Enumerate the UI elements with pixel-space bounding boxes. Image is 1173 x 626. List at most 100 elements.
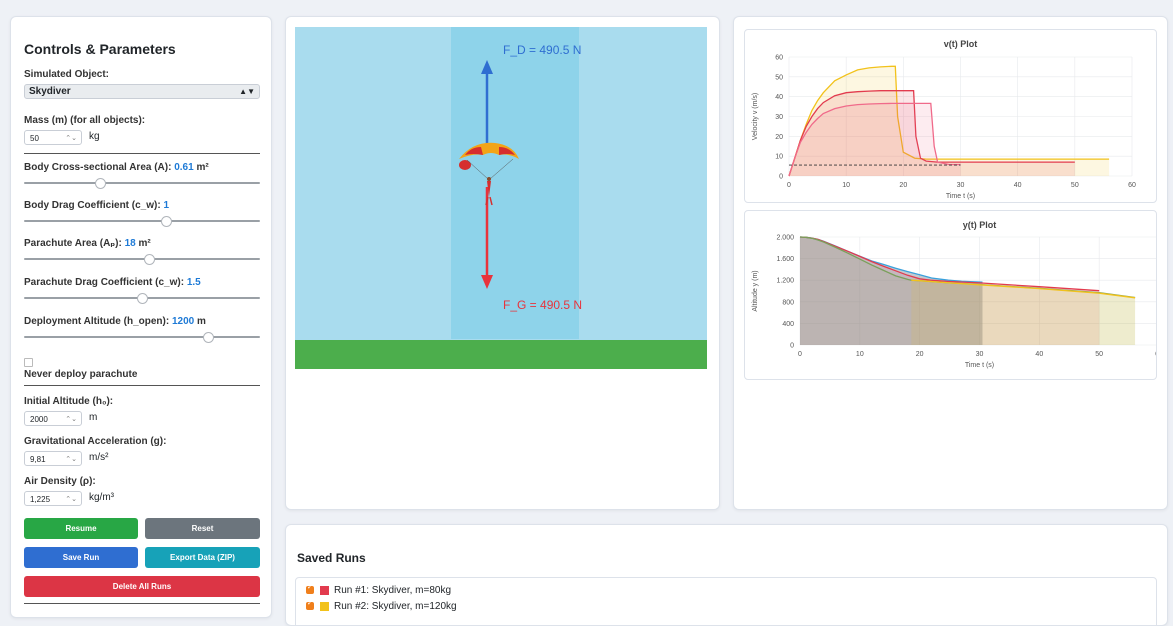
run-checkbox[interactable] (306, 599, 314, 611)
drag-force-label: F_D = 490.5 N (503, 43, 581, 57)
never-deploy-label: Never deploy parachute (24, 369, 138, 380)
y-tick-label: 10 (775, 154, 783, 161)
slider-thumb[interactable] (160, 216, 172, 227)
altitude-plot: y(t) Plot 0 10 20 30 40 50 60 0 400 800 1.200 1.600 2… (752, 220, 1156, 369)
gravity-value: 9,81 (30, 455, 46, 464)
x-axis-label: Time t (s) (946, 193, 975, 200)
mass-input[interactable]: 50 ⌃⌄ (24, 130, 82, 145)
y-tick-label: 2.000 (776, 235, 794, 242)
slider-thumb[interactable] (203, 332, 215, 343)
object-select-value: Skydiver (29, 86, 71, 97)
list-item[interactable]: Run #2: Skydiver, m=120kg (306, 599, 457, 612)
gravity-label: Gravitational Acceleration (g): (24, 436, 167, 447)
x-tick-label: 40 (1014, 182, 1022, 189)
slider-thumb[interactable] (94, 178, 106, 189)
run-color-swatch (320, 585, 329, 595)
resume-button[interactable]: Resume (24, 518, 138, 539)
deploy-slider[interactable] (24, 331, 260, 343)
deploy-label-text: Deployment Altitude (h_open): (24, 316, 170, 327)
x-tick-label: 30 (957, 182, 965, 189)
deploy-unit: m (197, 316, 206, 327)
save-run-button[interactable]: Save Run (24, 547, 138, 568)
y-tick-label: 20 (775, 134, 783, 141)
x-tick-label: 20 (899, 182, 907, 189)
area-value: 0.61 (174, 162, 194, 173)
plots-panel: v(t) Plot 0 10 20 30 40 50 60 0 10 20 30 40 50 60 Time … (733, 16, 1168, 510)
density-value: 1,225 (30, 495, 51, 504)
divider (24, 603, 260, 604)
initial-alt-value: 2000 (30, 415, 48, 424)
y-tick-label: 0 (779, 174, 783, 181)
x-tick-label: 60 (1128, 182, 1136, 189)
y-tick-label: 50 (775, 74, 783, 81)
y-axis-label: Velocity v (m/s) (752, 93, 759, 140)
drag-slider[interactable] (24, 215, 260, 227)
initial-alt-input[interactable]: 2000 ⌃⌄ (24, 411, 82, 426)
spinner-icon[interactable]: ⌃⌄ (65, 412, 77, 427)
para-area-unit: m² (138, 238, 151, 249)
density-label: Air Density (ρ): (24, 476, 96, 487)
x-tick-label: 50 (1095, 351, 1103, 358)
export-data-button[interactable]: Export Data (ZIP) (145, 547, 260, 568)
slider-thumb[interactable] (137, 293, 148, 304)
slider-track (24, 182, 260, 184)
ground (295, 340, 707, 369)
para-area-value: 18 (124, 238, 136, 249)
delete-all-runs-button[interactable]: Delete All Runs (24, 576, 260, 597)
mass-input-value: 50 (30, 134, 39, 143)
spinner-icon[interactable]: ⌃⌄ (65, 131, 77, 146)
saved-runs-title: Saved Runs (297, 551, 366, 565)
fall-column (451, 27, 579, 339)
simulation-canvas: F_D = 490.5 N F_G = 490.5 N (295, 27, 707, 369)
para-drag-label-text: Parachute Drag Coefficient (c_w): (24, 277, 185, 288)
x-axis-label: Time t (s) (965, 362, 994, 369)
density-input[interactable]: 1,225 ⌃⌄ (24, 491, 82, 506)
para-drag-label: Parachute Drag Coefficient (c_w): 1.5 (24, 277, 201, 288)
gravity-input[interactable]: 9,81 ⌃⌄ (24, 451, 82, 466)
x-tick-label: 30 (976, 351, 984, 358)
para-drag-slider[interactable] (24, 292, 260, 304)
simulation-panel: F_D = 490.5 N F_G = 490.5 N (285, 16, 720, 510)
para-area-label-text: Parachute Area (Aₚ): (24, 238, 122, 249)
mass-label: Mass (m) (for all objects): (24, 115, 146, 126)
object-label: Simulated Object: (24, 69, 110, 80)
x-tick-label: 0 (787, 182, 791, 189)
drag-value: 1 (163, 200, 170, 211)
select-arrows-icon: ▲▼ (239, 87, 255, 96)
plot-title: y(t) Plot (963, 220, 997, 230)
never-deploy-checkbox[interactable] (24, 358, 33, 367)
area-slider[interactable] (24, 177, 260, 189)
y-tick-label: 40 (775, 94, 783, 101)
controls-panel: Controls & Parameters Simulated Object: … (10, 16, 272, 618)
reset-button[interactable]: Reset (145, 518, 260, 539)
run-checkbox[interactable] (306, 583, 314, 595)
deploy-value: 1200 (171, 316, 195, 327)
velocity-plot-card: v(t) Plot 0 10 20 30 40 50 60 0 10 20 30 40 50 60 Time … (744, 29, 1157, 203)
saved-runs-list: Run #1: Skydiver, m=80kg Run #2: Skydive… (295, 577, 1157, 625)
initial-alt-unit: m (89, 412, 98, 423)
density-unit: kg/m³ (89, 492, 114, 503)
spinner-icon[interactable]: ⌃⌄ (65, 492, 77, 507)
x-tick-label: 40 (1035, 351, 1043, 358)
y-tick-label: 1.600 (776, 256, 794, 263)
divider (24, 153, 260, 154)
divider (24, 385, 260, 386)
drag-label-text: Body Drag Coefficient (c_w): (24, 200, 161, 211)
para-drag-value: 1.5 (186, 277, 201, 288)
x-tick-label: 20 (916, 351, 924, 358)
controls-title: Controls & Parameters (24, 41, 176, 57)
x-tick-label: 60 (1155, 351, 1156, 358)
spinner-icon[interactable]: ⌃⌄ (65, 452, 77, 467)
y-tick-label: 30 (775, 114, 783, 121)
object-select[interactable]: Skydiver ▲▼ (24, 84, 260, 99)
y-tick-label: 60 (775, 55, 783, 62)
run-label: Run #2: Skydiver, m=120kg (334, 601, 457, 612)
para-area-slider[interactable] (24, 253, 260, 265)
slider-thumb[interactable] (144, 254, 156, 265)
drag-label: Body Drag Coefficient (c_w): 1 (24, 200, 169, 211)
mass-unit: kg (89, 131, 100, 142)
gravity-force-label: F_G = 490.5 N (503, 298, 582, 312)
run-color-swatch (320, 601, 329, 611)
list-item[interactable]: Run #1: Skydiver, m=80kg (306, 583, 451, 596)
gravity-unit: m/s² (89, 452, 109, 463)
